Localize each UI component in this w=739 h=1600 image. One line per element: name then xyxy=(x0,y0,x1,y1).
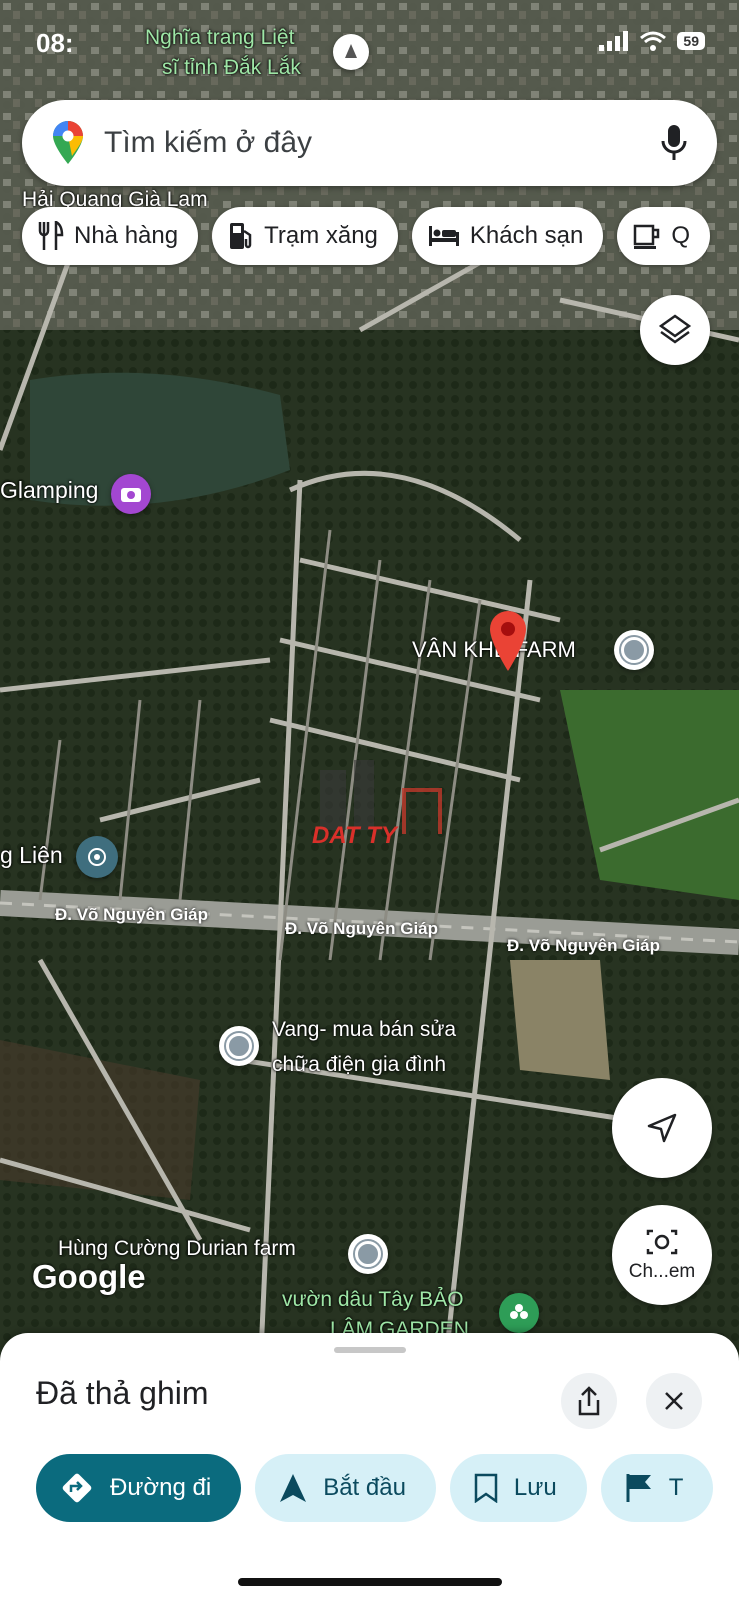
gas-station-icon xyxy=(230,223,252,249)
share-button[interactable] xyxy=(561,1373,617,1429)
chip-coffee[interactable]: Q xyxy=(617,207,710,265)
restaurant-icon xyxy=(38,221,64,250)
action-buttons: Đường đi Bắt đầu Lưu T xyxy=(36,1454,714,1522)
place-marker-icon[interactable] xyxy=(219,1026,259,1066)
navigation-arrow-icon xyxy=(280,1474,307,1502)
service-marker-icon[interactable] xyxy=(76,836,118,878)
watermark-logo: DAT TY xyxy=(312,760,472,850)
directions-button[interactable]: Đường đi xyxy=(36,1454,242,1522)
camera-place-marker-icon[interactable] xyxy=(111,474,151,514)
directions-icon xyxy=(62,1473,92,1503)
my-location-button[interactable] xyxy=(612,1078,712,1178)
action-label: Bắt đầu xyxy=(323,1474,406,1501)
action-label: T xyxy=(668,1474,684,1501)
search-placeholder[interactable]: Tìm kiếm ở đây xyxy=(104,126,661,160)
camera-lens-icon xyxy=(646,1229,678,1255)
layers-icon xyxy=(658,314,692,344)
save-button[interactable]: Lưu xyxy=(449,1454,587,1522)
chip-restaurants[interactable]: Nhà hàng xyxy=(22,207,199,265)
battery-level: 59 xyxy=(677,32,705,50)
hotel-icon xyxy=(428,226,459,246)
map-label[interactable]: g Liên xyxy=(0,842,63,869)
action-label: Lưu xyxy=(513,1474,557,1501)
navigation-arrow-icon xyxy=(647,1113,677,1143)
map-label[interactable]: vườn dâu Tây BẢO xyxy=(282,1288,464,1312)
label-button[interactable]: T xyxy=(600,1454,714,1522)
map-label[interactable]: Glamping xyxy=(0,477,98,504)
signal-icon xyxy=(599,31,629,51)
close-icon xyxy=(665,1392,683,1410)
map-label[interactable]: Vang- mua bán sửa xyxy=(272,1018,456,1042)
lens-label: Ch...em xyxy=(628,1261,696,1282)
road-label: Đ. Võ Nguyên Giáp xyxy=(55,905,209,924)
bottom-sheet: Đã thả ghim Đường đi Bắt đầu Lưu T xyxy=(0,1333,739,1600)
dropped-pin-icon[interactable] xyxy=(486,607,530,673)
flag-icon xyxy=(626,1474,651,1502)
sheet-title: Đã thả ghim xyxy=(36,1375,209,1411)
place-marker-icon[interactable] xyxy=(348,1234,388,1274)
close-button[interactable] xyxy=(646,1373,702,1429)
lens-button[interactable]: Ch...em xyxy=(612,1205,712,1305)
google-logo: Google xyxy=(32,1258,146,1295)
google-maps-pin-icon xyxy=(53,121,83,164)
status-bar: 08: 59 xyxy=(0,0,739,80)
search-bar[interactable]: Tìm kiếm ở đây xyxy=(22,100,717,186)
map-label[interactable]: sĩ tỉnh Đắk Lắk xyxy=(162,56,301,80)
start-button[interactable]: Bắt đầu xyxy=(255,1454,436,1522)
place-marker-icon[interactable] xyxy=(614,630,654,670)
layers-button[interactable] xyxy=(640,295,710,365)
cemetery-marker-icon[interactable] xyxy=(333,34,369,70)
chip-label: Trạm xăng xyxy=(264,222,378,249)
road-label: Đ. Võ Nguyên Giáp xyxy=(285,919,439,938)
home-indicator xyxy=(238,1578,502,1586)
garden-marker-icon[interactable] xyxy=(499,1293,539,1333)
chip-gas-stations[interactable]: Trạm xăng xyxy=(212,207,398,265)
bookmark-icon xyxy=(474,1473,498,1503)
category-chips: Nhà hàng Trạm xăng Khách sạn Q xyxy=(22,207,710,265)
action-label: Đường đi xyxy=(110,1474,212,1501)
share-icon xyxy=(578,1386,600,1416)
road-label: Đ. Võ Nguyên Giáp xyxy=(507,936,661,955)
map-label[interactable]: chữa điện gia đình xyxy=(272,1053,446,1077)
map-label[interactable]: Nghĩa trang Liệt xyxy=(145,26,294,50)
status-time: 08: xyxy=(36,28,74,58)
chip-label: Q xyxy=(671,222,690,249)
chip-label: Khách sạn xyxy=(469,222,584,249)
chip-label: Nhà hàng xyxy=(74,222,179,249)
coffee-icon xyxy=(634,224,660,249)
chip-hotels[interactable]: Khách sạn xyxy=(411,207,604,265)
sheet-drag-handle[interactable] xyxy=(334,1347,406,1353)
wifi-icon xyxy=(640,31,667,51)
microphone-icon[interactable] xyxy=(661,124,687,162)
